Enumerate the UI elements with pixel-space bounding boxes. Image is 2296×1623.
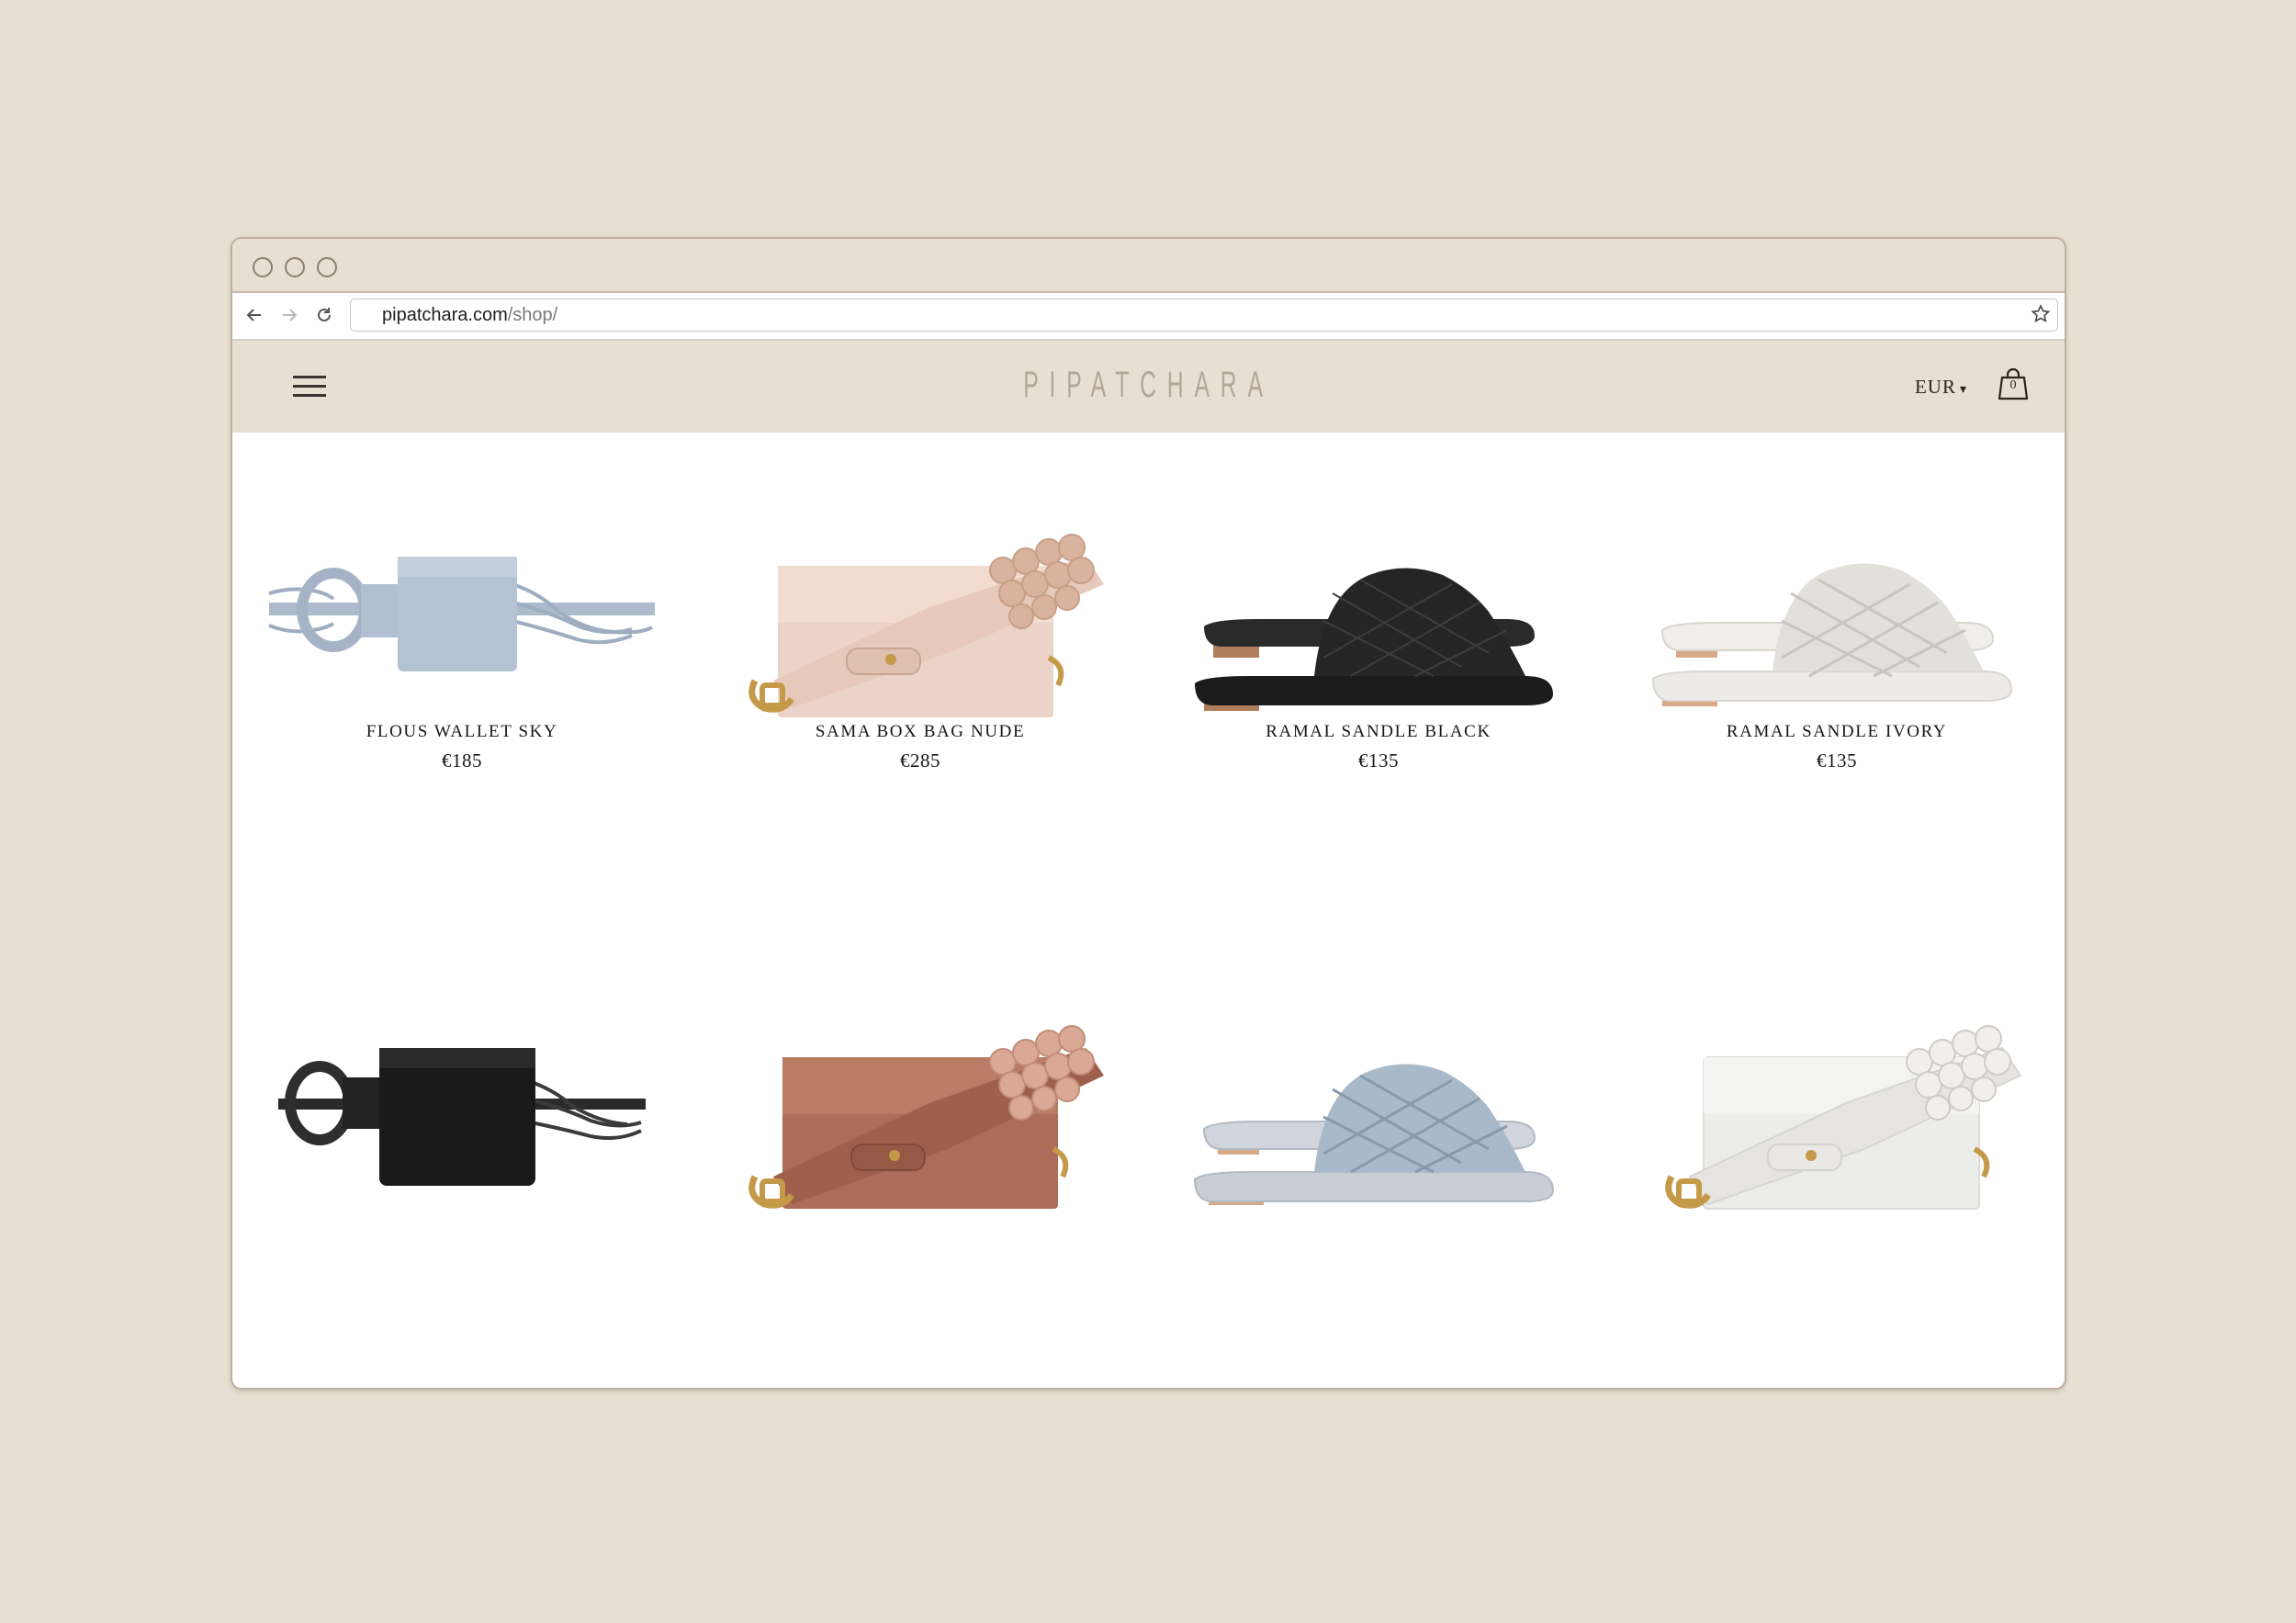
product-card[interactable]: RAMAL SANDLE BLACK €135 bbox=[1158, 520, 1599, 772]
product-card[interactable]: RAMAL SANDLE IVORY €135 bbox=[1616, 520, 2057, 772]
box-bag-nude-image[interactable] bbox=[718, 520, 1122, 722]
forward-arrow-icon bbox=[283, 309, 298, 321]
belt-bag-sky-image[interactable] bbox=[251, 520, 673, 722]
caret-down-icon: ▾ bbox=[1959, 383, 1967, 397]
address-url: pipatchara.com/shop/ bbox=[382, 305, 557, 326]
currency-selector[interactable]: EUR ▾ bbox=[1915, 376, 1967, 399]
reload-button[interactable] bbox=[310, 300, 339, 330]
menu-hamburger-icon[interactable] bbox=[293, 374, 326, 400]
browser-toolbar: pipatchara.com/shop/ bbox=[232, 293, 2065, 341]
reload-icon bbox=[318, 308, 331, 321]
cart-count-badge: 0 bbox=[2009, 378, 2017, 392]
sandal-ivory-image[interactable] bbox=[1635, 520, 2039, 722]
product-price: €185 bbox=[442, 750, 482, 772]
product-card[interactable] bbox=[1158, 1011, 1599, 1230]
minimize-window-button[interactable] bbox=[285, 257, 305, 277]
product-grid: FLOUS WALLET SKY €185 SAMA BOX BAG NUDE bbox=[232, 433, 2065, 1388]
box-bag-white-image[interactable] bbox=[1635, 1011, 2039, 1223]
product-card[interactable] bbox=[242, 1011, 682, 1221]
browser-titlebar bbox=[232, 239, 2065, 293]
currency-label: EUR bbox=[1914, 376, 1956, 398]
product-price: €135 bbox=[1817, 750, 1857, 772]
product-price: €285 bbox=[900, 750, 940, 772]
product-name[interactable]: RAMAL SANDLE BLACK bbox=[1158, 722, 1599, 742]
product-card[interactable] bbox=[700, 1011, 1141, 1230]
url-path: /shop/ bbox=[507, 305, 558, 325]
bookmark-star-icon[interactable] bbox=[2030, 303, 2052, 330]
sandal-blue-image[interactable] bbox=[1176, 1011, 1581, 1223]
site-header: PIPATCHARA EUR ▾ 0 bbox=[232, 341, 2065, 433]
product-name[interactable]: RAMAL SANDLE IVORY bbox=[1616, 722, 2057, 742]
maximize-window-button[interactable] bbox=[317, 257, 337, 277]
product-card[interactable] bbox=[1616, 1011, 2057, 1230]
browser-window: pipatchara.com/shop/ PIPATCHARA EUR▾ 0 bbox=[231, 237, 2066, 1390]
forward-button[interactable] bbox=[275, 300, 304, 330]
product-card[interactable]: SAMA BOX BAG NUDE €285 bbox=[700, 520, 1141, 772]
back-button[interactable] bbox=[240, 300, 269, 330]
product-name[interactable]: SAMA BOX BAG NUDE bbox=[700, 722, 1141, 742]
shopping-bag-button[interactable]: 0 bbox=[1998, 366, 2029, 401]
url-domain: pipatchara.com bbox=[382, 305, 508, 325]
box-bag-brown-image[interactable] bbox=[718, 1011, 1122, 1223]
product-card[interactable]: FLOUS WALLET SKY €185 bbox=[242, 520, 682, 772]
close-window-button[interactable] bbox=[253, 257, 273, 277]
sandal-black-image[interactable] bbox=[1176, 520, 1581, 722]
address-bar[interactable]: pipatchara.com/shop/ bbox=[350, 299, 2058, 332]
back-arrow-icon bbox=[246, 309, 261, 321]
product-name[interactable]: FLOUS WALLET SKY bbox=[242, 722, 682, 742]
brand-logo[interactable]: PIPATCHARA bbox=[580, 365, 1716, 406]
belt-bag-black-image[interactable] bbox=[251, 1011, 673, 1213]
product-price: €135 bbox=[1358, 750, 1399, 772]
